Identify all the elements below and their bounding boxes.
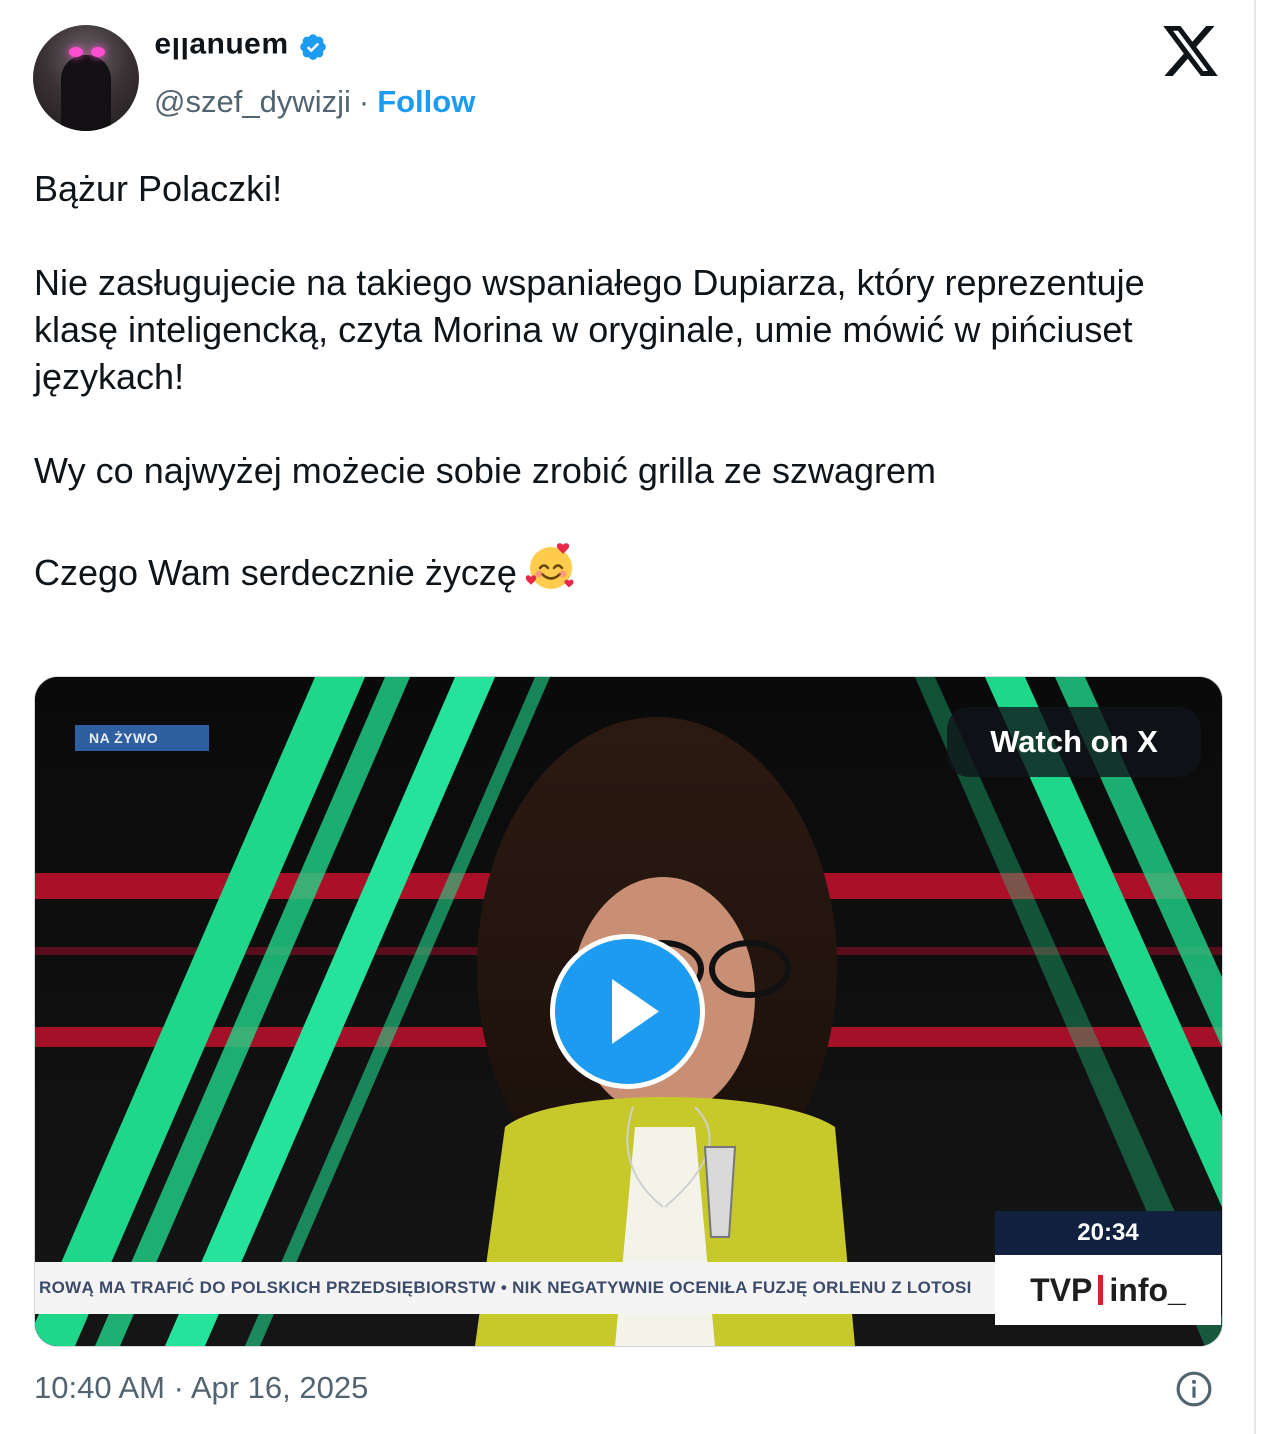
news-ticker: ROWĄ MA TRAFIĆ DO POLSKICH PRZEDSIĘBIORS… <box>35 1262 995 1314</box>
info-icon[interactable] <box>1175 1370 1213 1408</box>
avatar-figure <box>61 55 111 131</box>
tweet-text: Bążur Polaczki! Nie zasługujecie na taki… <box>34 165 1224 596</box>
channel-logo-suffix: info_ <box>1109 1271 1186 1308</box>
separator-dot: · <box>358 84 370 119</box>
verified-badge-icon <box>300 34 326 60</box>
play-icon <box>612 979 659 1044</box>
tweet-paragraph-1: Bążur Polaczki! <box>34 168 283 209</box>
channel-logo: TVP info_ <box>995 1255 1221 1325</box>
avatar[interactable] <box>33 25 139 131</box>
avatar-eye-right <box>91 47 105 57</box>
author-display-name[interactable]: ɯǝnuɐllǝ <box>154 30 288 64</box>
author-handle-row: @szef_dywizji · Follow <box>154 84 475 120</box>
broadcast-clock: 20:34 <box>995 1211 1221 1255</box>
author-name-row: ɯǝnuɐllǝ <box>154 30 328 64</box>
tweet-paragraph-4-text: Czego Wam serdecznie życzę <box>34 552 517 593</box>
follow-button[interactable]: Follow <box>377 84 475 120</box>
tweet-card: ɯǝnuɐllǝ @szef_dywizji · Follow Bążur Po… <box>0 0 1256 1434</box>
tweet-paragraph-2: Nie zasługujecie na takiego wspaniałego … <box>34 262 1145 397</box>
avatar-eye-left <box>69 47 83 57</box>
smiling-face-with-hearts-icon <box>525 543 574 589</box>
author-handle[interactable]: @szef_dywizji <box>154 84 351 120</box>
tweet-timestamp[interactable]: 10:40 AM · Apr 16, 2025 <box>34 1370 368 1406</box>
play-button[interactable] <box>550 934 705 1089</box>
x-logo-icon[interactable] <box>1163 26 1221 76</box>
channel-logo-main: TVP <box>1030 1271 1093 1308</box>
tweet-paragraph-3: Wy co najwyżej możecie sobie zrobić gril… <box>34 450 936 491</box>
channel-logo-bar <box>1098 1275 1104 1305</box>
watch-on-x-button[interactable]: Watch on X <box>947 707 1201 777</box>
video-player[interactable]: NA ŻYWO Watch on X ROWĄ MA TRAFIĆ DO POL… <box>34 676 1223 1347</box>
live-badge: NA ŻYWO <box>75 725 209 751</box>
tweet-paragraph-4: Czego Wam serdecznie życzę <box>34 541 1224 596</box>
